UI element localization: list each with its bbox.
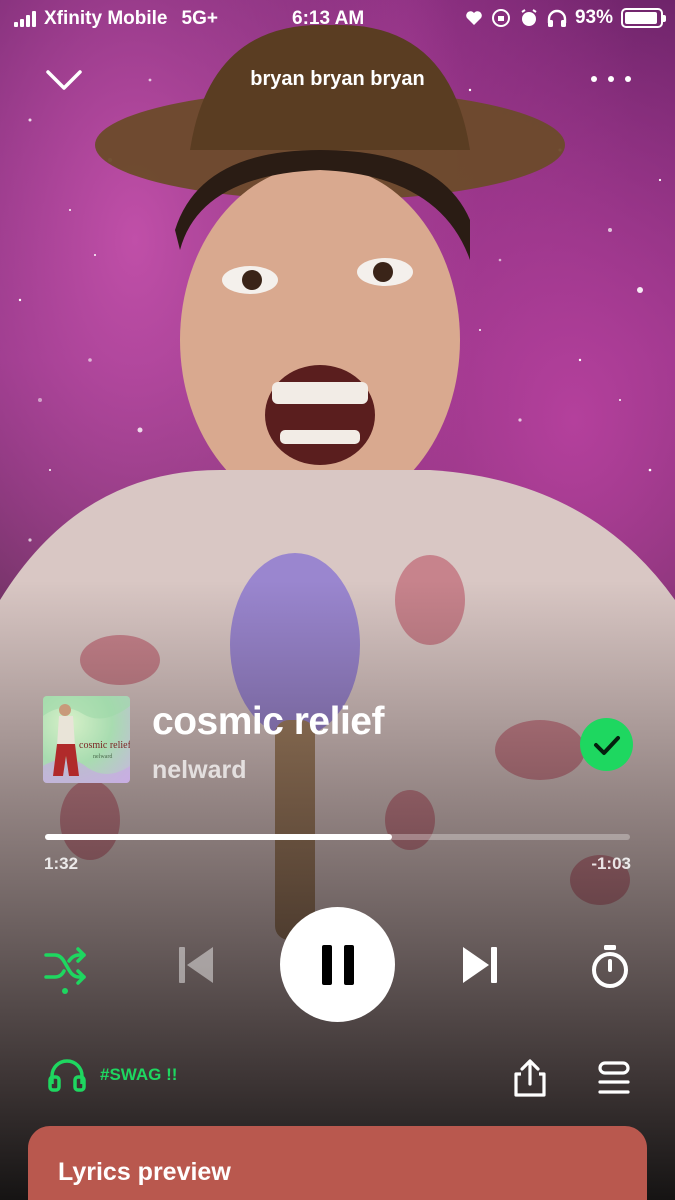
shuffle-icon [44, 947, 86, 985]
liked-button[interactable] [580, 718, 633, 771]
headphones-status-icon [547, 9, 567, 27]
network-type: 5G+ [181, 8, 218, 29]
connected-device-button[interactable]: #SWAG !! [48, 1058, 177, 1092]
track-title[interactable]: cosmic relief [152, 700, 384, 744]
playback-progress-bar[interactable] [45, 834, 630, 840]
headphones-icon [48, 1059, 86, 1092]
carrier-name: Xfinity Mobile [44, 8, 168, 29]
timer-icon [592, 945, 628, 988]
playing-from-title: bryan bryan bryan [250, 68, 425, 90]
pause-icon [321, 944, 354, 985]
play-pause-button[interactable] [280, 907, 395, 1022]
device-name: #SWAG !! [100, 1065, 178, 1084]
status-bar: Xfinity Mobile 5G+ 6:13 AM 93% [0, 0, 675, 40]
queue-icon [598, 1061, 630, 1094]
album-cover-thumbnail: cosmic relief nelward [43, 696, 130, 783]
more-dot-icon [591, 76, 597, 82]
skip-next-icon [463, 947, 497, 983]
heart-icon [466, 11, 482, 25]
more-dot-icon [625, 76, 631, 82]
orientation-lock-icon [491, 9, 510, 27]
previous-button[interactable] [170, 940, 220, 990]
remaining-time: -1:03 [591, 854, 631, 873]
elapsed-time: 1:32 [44, 854, 79, 873]
status-icons: 93% [465, 7, 666, 29]
cover-caption: cosmic relief [79, 740, 130, 751]
alarm-icon [521, 9, 537, 26]
track-artist[interactable]: nelward [152, 756, 246, 785]
lyrics-preview-title: Lyrics preview [58, 1158, 231, 1186]
check-icon [593, 735, 620, 755]
more-dot-icon [608, 76, 614, 82]
shuffle-button[interactable] [40, 944, 90, 996]
signal-icon [14, 11, 36, 27]
sleep-timer-button[interactable] [585, 940, 635, 994]
next-button[interactable] [455, 940, 507, 990]
share-button[interactable] [510, 1058, 550, 1098]
cover-subcaption: nelward [93, 754, 113, 760]
battery-percent: 93% [574, 7, 613, 28]
queue-button[interactable] [594, 1060, 634, 1098]
bottom-gradient [0, 580, 675, 1200]
battery-icon [621, 8, 666, 28]
shuffle-active-dot [62, 988, 68, 994]
lyrics-preview-card[interactable]: Lyrics preview [28, 1126, 647, 1200]
progress-played [45, 834, 393, 840]
more-options-button[interactable] [591, 64, 631, 94]
share-icon [514, 1059, 546, 1097]
clock: 6:13 AM [292, 8, 365, 29]
skip-previous-icon [179, 947, 213, 983]
carrier-group: Xfinity Mobile 5G+ [14, 8, 218, 30]
